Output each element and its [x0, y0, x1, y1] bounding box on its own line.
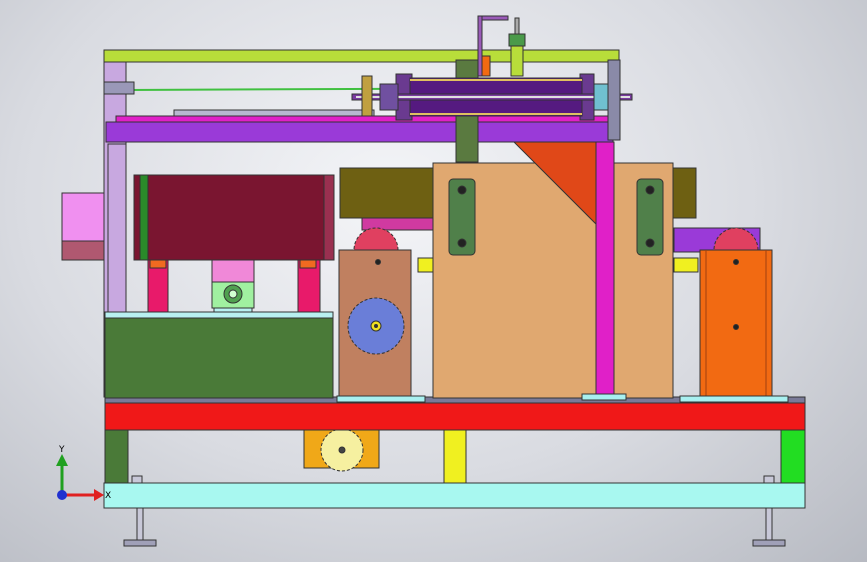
lower-sprocket[interactable] — [320, 428, 364, 472]
mount-bracket-left[interactable] — [448, 178, 476, 256]
pneumatic-cylinder[interactable] — [351, 73, 633, 121]
maroon-housing[interactable] — [133, 174, 335, 261]
leg-right[interactable] — [780, 429, 806, 484]
green-base-block[interactable] — [104, 317, 334, 399]
base-beam[interactable] — [103, 482, 806, 509]
slide-beam[interactable] — [105, 121, 614, 143]
mount-bracket-right[interactable] — [636, 178, 664, 256]
axis-y-label: Y — [58, 445, 65, 455]
top-rail[interactable] — [103, 49, 620, 63]
machine-assembly-drawing[interactable]: Y X — [0, 0, 867, 562]
right-drive-housing[interactable] — [699, 227, 773, 398]
leg-left[interactable] — [104, 429, 129, 484]
bearing-block[interactable] — [211, 259, 255, 283]
main-red-beam[interactable] — [104, 402, 806, 431]
blue-sprocket[interactable] — [347, 297, 405, 355]
yellow-post[interactable] — [443, 429, 467, 484]
cad-viewport[interactable]: Y X — [0, 0, 867, 562]
side-box-lavender[interactable] — [61, 192, 105, 242]
axis-triad: Y X — [56, 445, 111, 501]
axis-x-label: X — [105, 491, 111, 501]
